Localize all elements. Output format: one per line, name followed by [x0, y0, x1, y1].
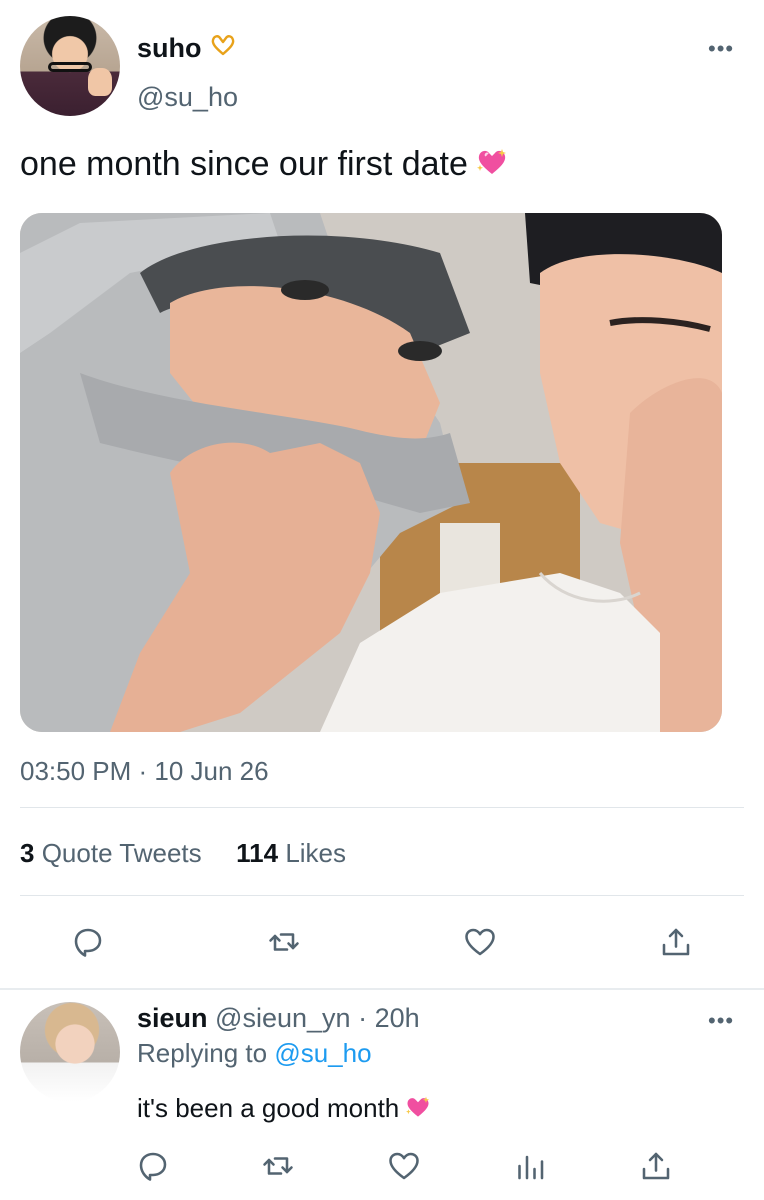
like-count[interactable]: 114 — [236, 838, 278, 868]
reply-separator: · — [358, 1003, 368, 1033]
more-options-icon[interactable]: ••• — [708, 36, 734, 62]
analytics-icon — [518, 1155, 544, 1180]
photo-illustration — [20, 213, 722, 732]
reply-more-options-icon[interactable]: ••• — [708, 1008, 734, 1034]
reply-share-button[interactable] — [636, 1146, 676, 1186]
reply-button[interactable] — [68, 922, 108, 962]
like-label[interactable]: Likes — [285, 838, 346, 868]
heart-icon — [389, 1152, 419, 1180]
author-handle[interactable]: @su_ho — [137, 82, 238, 113]
share-icon — [662, 928, 690, 956]
like-button[interactable] — [460, 922, 500, 962]
heart-icon — [465, 928, 495, 956]
sparkling-heart-icon — [476, 147, 508, 177]
reply-analytics-button[interactable] — [510, 1146, 550, 1186]
author-display-name[interactable]: suho — [137, 33, 202, 64]
reply-handle[interactable]: @sieun_yn — [215, 1003, 351, 1033]
reply-icon — [74, 928, 102, 957]
tweet-photo[interactable] — [20, 213, 722, 732]
tweet-stats: 3 Quote Tweets 114 Likes — [20, 838, 346, 869]
glasses-detail — [48, 62, 92, 72]
share-icon — [642, 1152, 670, 1180]
retweet-button[interactable] — [264, 922, 304, 962]
quote-count[interactable]: 3 — [20, 838, 34, 868]
author-avatar[interactable] — [20, 16, 120, 116]
replying-prefix: Replying to — [137, 1038, 268, 1068]
reply-like-button[interactable] — [384, 1146, 424, 1186]
section-divider — [0, 988, 764, 990]
tweet-timestamp[interactable]: 03:50 PM · 10 Jun 26 — [20, 756, 269, 787]
tweet-text-content: one month since our first date — [20, 145, 468, 183]
reply-reply-button[interactable] — [133, 1146, 173, 1186]
retweet-icon — [269, 933, 299, 951]
divider — [20, 895, 744, 896]
reply-age[interactable]: 20h — [375, 1003, 420, 1033]
retweet-icon — [263, 1157, 293, 1175]
divider — [20, 807, 744, 808]
reply-header: sieun @sieun_yn · 20h — [137, 1003, 420, 1034]
reply-retweet-button[interactable] — [258, 1146, 298, 1186]
heart-hands-icon — [210, 34, 236, 62]
peace-sign-detail — [88, 68, 112, 96]
share-button[interactable] — [656, 922, 696, 962]
reply-author-avatar[interactable] — [20, 1002, 120, 1102]
quote-label[interactable]: Quote Tweets — [42, 838, 202, 868]
reply-text-content: it's been a good month — [137, 1093, 400, 1123]
reply-text: it's been a good month — [137, 1093, 431, 1124]
reply-display-name[interactable]: sieun — [137, 1003, 208, 1033]
replying-to: Replying to @su_ho — [137, 1038, 372, 1069]
replying-to-link[interactable]: @su_ho — [274, 1038, 371, 1068]
sparkling-heart-icon — [405, 1095, 431, 1119]
tweet-text: one month since our first date — [20, 145, 508, 184]
reply-icon — [139, 1152, 167, 1181]
